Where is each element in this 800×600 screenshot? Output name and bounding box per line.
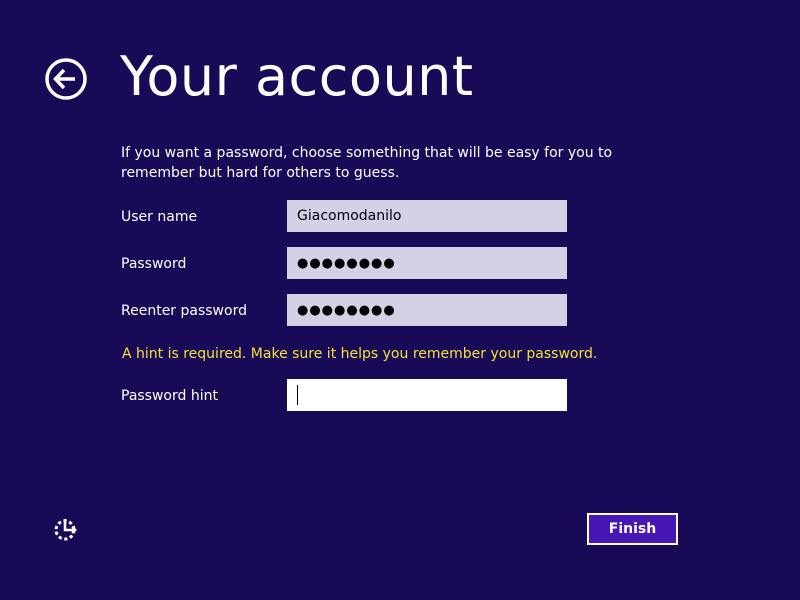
text-cursor (297, 385, 298, 405)
reenter-password-field[interactable] (287, 294, 567, 326)
ease-of-access-button[interactable] (52, 516, 80, 544)
password-label: Password (121, 256, 187, 272)
username-label: User name (121, 209, 198, 225)
back-button[interactable] (44, 57, 88, 101)
reenter-password-label: Reenter password (121, 303, 247, 319)
finish-button[interactable]: Finish (587, 513, 678, 545)
page-title: Your account (120, 45, 474, 108)
ease-of-access-icon (54, 519, 78, 541)
back-arrow-circle-icon (45, 58, 87, 100)
password-hint-label: Password hint (121, 388, 218, 404)
hint-required-warning: A hint is required. Make sure it helps y… (122, 346, 598, 362)
password-hint-field[interactable] (287, 379, 567, 411)
password-field[interactable] (287, 247, 567, 279)
username-field[interactable] (287, 200, 567, 232)
password-description: If you want a password, choose something… (121, 145, 613, 181)
